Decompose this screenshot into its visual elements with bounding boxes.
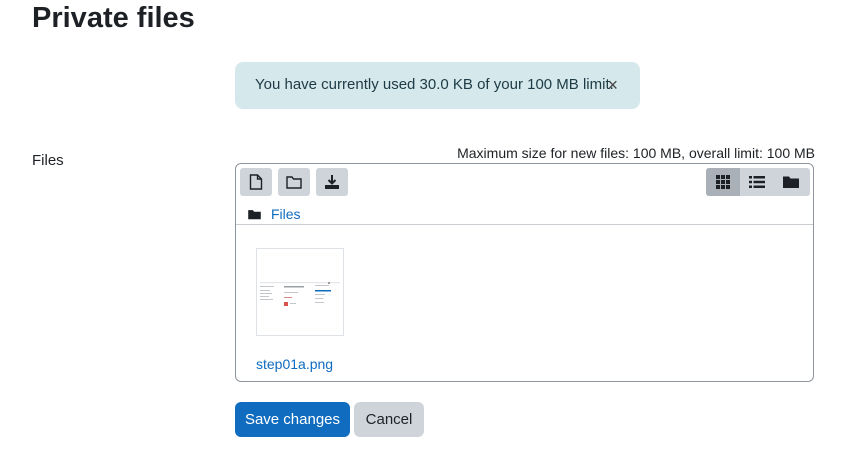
download-button[interactable]: [316, 168, 348, 196]
file-name[interactable]: step01a.png: [256, 356, 348, 372]
add-file-button[interactable]: [240, 168, 272, 196]
files-field-label: Files: [32, 152, 64, 169]
create-folder-icon: [286, 176, 302, 189]
breadcrumb: Files: [248, 206, 301, 222]
save-changes-button[interactable]: Save changes: [235, 402, 350, 437]
close-icon[interactable]: ×: [607, 76, 618, 94]
view-switcher: [706, 168, 810, 196]
tree-view-icon: [783, 176, 799, 188]
list-view-icon: [749, 176, 765, 188]
tree-view-button[interactable]: [774, 168, 808, 196]
grid-view-icon: [716, 175, 730, 189]
file-item[interactable]: step01a.png: [256, 248, 348, 372]
file-manager: Files step01a.png: [235, 163, 814, 382]
add-file-icon: [249, 174, 263, 190]
cancel-button[interactable]: Cancel: [354, 402, 424, 437]
grid-view-button[interactable]: [706, 168, 740, 196]
breadcrumb-root[interactable]: Files: [271, 206, 301, 222]
image-thumbnail-icon: [257, 249, 343, 335]
list-view-button[interactable]: [740, 168, 774, 196]
file-thumbnail: [256, 248, 344, 336]
alert-message: You have currently used 30.0 KB of your …: [255, 76, 614, 93]
page-title: Private files: [32, 2, 195, 34]
file-manager-toolbar: [240, 168, 810, 198]
toolbar-divider: [236, 224, 813, 225]
max-size-note: Maximum size for new files: 100 MB, over…: [457, 145, 815, 161]
storage-usage-alert: You have currently used 30.0 KB of your …: [235, 62, 640, 109]
download-icon: [325, 175, 339, 189]
create-folder-button[interactable]: [278, 168, 310, 196]
folder-icon: [248, 209, 261, 219]
